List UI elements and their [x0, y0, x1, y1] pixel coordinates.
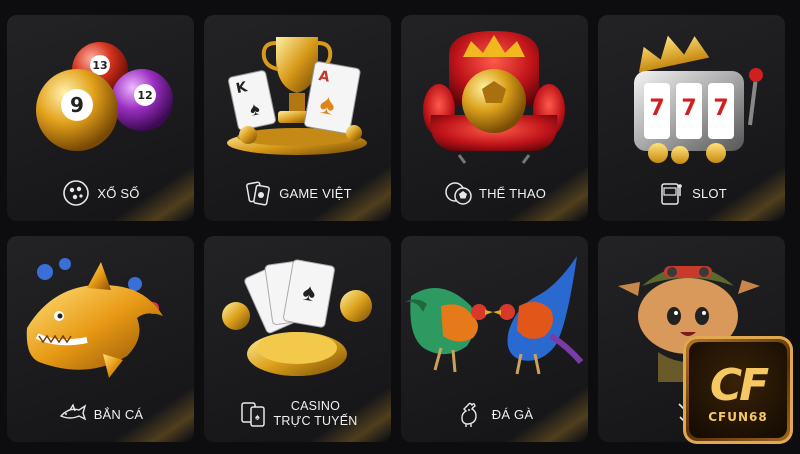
tile-da-ga[interactable]: ĐÁ GÀ — [401, 236, 588, 442]
shark-icon — [59, 403, 86, 421]
brand-logo-inner: CF CFUN68 — [689, 342, 787, 438]
lottery-ball-icon — [63, 180, 90, 206]
svg-text:9: 9 — [70, 93, 84, 117]
throne-ball-image — [423, 31, 565, 164]
slot-machine-icon — [661, 183, 682, 205]
tile-label-text: THỂ THAO — [478, 185, 547, 201]
svg-text:7: 7 — [713, 96, 728, 121]
casino-cards-chips-image: ♠ — [222, 259, 372, 376]
slot-machine-image: 7 7 7 — [634, 35, 763, 164]
tile-label: THỂ THAO — [401, 178, 588, 208]
playing-cards-icon — [246, 181, 271, 206]
tile-xo-so[interactable]: 13 12 9 XỔ SỐ — [7, 15, 194, 221]
golden-shark-image — [26, 258, 163, 378]
brand-logo-mark: CF — [709, 360, 769, 411]
game-category-grid: 13 12 9 XỔ SỐ K ♠ A ♠ GAME VIỆT THỂ THAO… — [0, 0, 800, 454]
soccer-ball-icon — [445, 182, 472, 205]
tile-label-text: XỔ SỐ — [97, 185, 140, 201]
tile-label: ♠ CASINO TRỰC TUYẾN — [204, 399, 391, 429]
svg-text:7: 7 — [681, 96, 696, 121]
lottery-balls-image: 13 12 9 — [36, 42, 173, 151]
fighting-roosters-image — [405, 256, 584, 375]
tile-the-thao[interactable]: THỂ THAO — [401, 15, 588, 221]
tile-label: XỔ SỐ — [7, 178, 194, 208]
svg-text:7: 7 — [649, 96, 664, 121]
tile-slot[interactable]: 7 7 7 SLOT — [598, 15, 785, 221]
tile-label: SLOT — [598, 178, 785, 208]
tile-label-text: CASINO TRỰC TUYẾN — [274, 399, 358, 429]
tile-casino-truc-tuyen[interactable]: ♠ ♠ CASINO TRỰC TUYẾN — [204, 236, 391, 442]
tile-label: GAME VIỆT — [204, 178, 391, 208]
tile-label-line2: TRỰC TUYẾN — [273, 414, 358, 428]
brand-logo: CF CFUN68 — [683, 336, 793, 444]
cards-icon: ♠ — [240, 402, 265, 427]
tile-label-text: GAME VIỆT — [279, 185, 352, 201]
svg-text:12: 12 — [137, 89, 152, 102]
tile-label-line1: CASINO — [290, 399, 341, 413]
rooster-icon — [461, 402, 477, 427]
tile-ban-ca[interactable]: BẮN CÁ — [7, 236, 194, 442]
tile-game-viet[interactable]: K ♠ A ♠ GAME VIỆT — [204, 15, 391, 221]
tile-label: BẮN CÁ — [7, 399, 194, 429]
brand-logo-word: CFUN68 — [708, 410, 768, 424]
svg-text:13: 13 — [92, 59, 107, 72]
svg-text:♠: ♠ — [255, 412, 260, 422]
tile-label: ĐÁ GÀ — [401, 399, 588, 429]
trophy-cards-image: K♠ A♠ — [227, 37, 367, 155]
tile-label-text: BẮN CÁ — [93, 406, 144, 422]
tile-label-text: ĐÁ GÀ — [491, 406, 534, 422]
tile-label-text: SLOT — [692, 185, 727, 201]
